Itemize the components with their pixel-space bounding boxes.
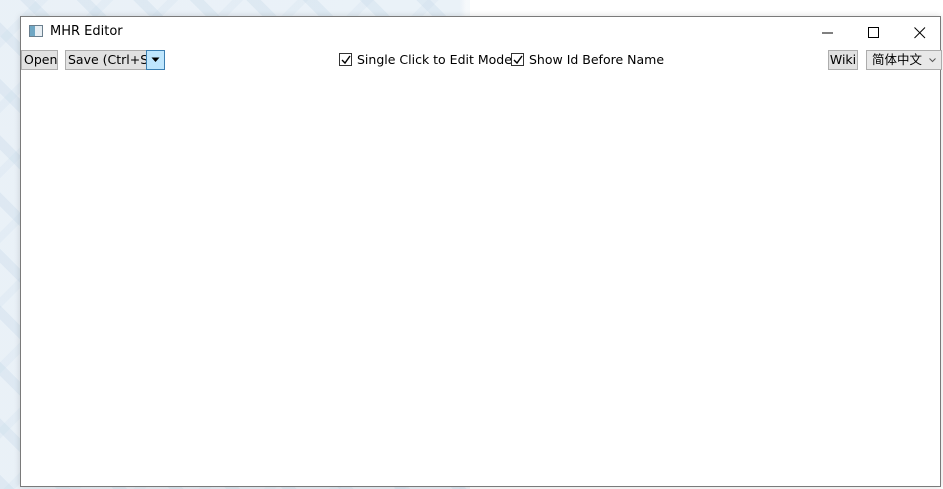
open-button[interactable]: Open bbox=[21, 50, 58, 70]
close-button[interactable] bbox=[897, 17, 943, 48]
wiki-button[interactable]: Wiki bbox=[828, 50, 858, 70]
title-bar[interactable]: MHR Editor bbox=[21, 17, 940, 48]
checkmark-icon bbox=[513, 55, 523, 65]
minimize-icon bbox=[822, 32, 833, 34]
chevron-down-icon bbox=[929, 58, 936, 63]
checkmark-icon bbox=[341, 55, 351, 65]
language-select-value: 简体中文 bbox=[872, 52, 923, 67]
window-title: MHR Editor bbox=[50, 24, 123, 39]
show-id-before-name-checkbox[interactable] bbox=[511, 53, 524, 66]
show-id-before-name-label: Show Id Before Name bbox=[529, 52, 665, 67]
app-window-icon bbox=[29, 25, 43, 37]
save-options-dropdown-button[interactable] bbox=[146, 50, 165, 70]
single-click-edit-checkbox[interactable] bbox=[339, 53, 352, 66]
toolbar: Open Save (Ctrl+S) Single Click to Edit … bbox=[21, 48, 942, 72]
save-button[interactable]: Save (Ctrl+S) bbox=[65, 50, 153, 70]
chevron-down-icon bbox=[151, 57, 160, 62]
maximize-button[interactable] bbox=[851, 17, 897, 48]
editor-content-area[interactable] bbox=[21, 75, 940, 486]
minimize-button[interactable] bbox=[805, 17, 851, 48]
close-icon bbox=[914, 27, 926, 39]
main-window: MHR Editor Open Save (Ctrl+S) Single Cli… bbox=[20, 16, 942, 487]
single-click-edit-label: Single Click to Edit Mode bbox=[357, 52, 512, 67]
maximize-icon bbox=[868, 27, 879, 38]
language-select[interactable]: 简体中文 bbox=[866, 50, 942, 70]
